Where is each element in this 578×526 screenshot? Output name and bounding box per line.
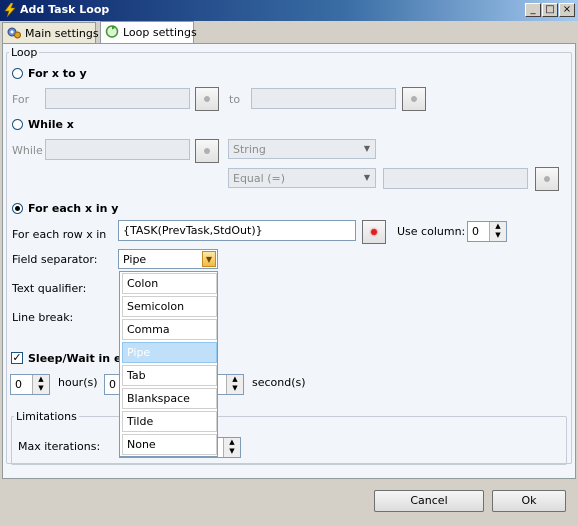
for-to-input[interactable]	[251, 88, 396, 109]
field-separator-label: Field separator:	[12, 253, 98, 266]
while-type-select[interactable]: String ▼	[228, 139, 376, 159]
field-separator-select[interactable]: Pipe ▼	[118, 249, 218, 269]
chevron-down-icon: ▼	[363, 144, 371, 153]
limitations-group: Limitations	[11, 410, 567, 465]
while-variable-button[interactable]	[195, 139, 219, 163]
for-from-input[interactable]	[45, 88, 190, 109]
for-to-variable-button[interactable]	[402, 87, 426, 111]
group-legend: Limitations	[16, 410, 77, 423]
line-break-label: Line break:	[12, 311, 74, 324]
tab-label: Loop settings	[123, 26, 197, 39]
dropdown-option-none[interactable]: None	[122, 434, 217, 455]
window-title: Add Task Loop	[20, 3, 110, 16]
dot-icon	[544, 176, 550, 182]
tab-loop-settings[interactable]: Loop settings	[100, 21, 197, 44]
field-separator-dropdown[interactable]: Colon Semicolon Comma Pipe Tab Blankspac…	[119, 271, 218, 457]
hours-spinner[interactable]: 0 ▲ ▼	[10, 374, 50, 395]
for-each-label: For each x in y	[28, 202, 119, 215]
spin-arrows-icon[interactable]: ▲ ▼	[32, 375, 49, 394]
max-iterations-label: Max iterations:	[18, 440, 101, 453]
chevron-down-icon[interactable]: ▼	[202, 251, 216, 267]
tab-label: Main settings	[25, 27, 99, 40]
while-label: While	[12, 144, 43, 157]
record-dot-icon	[371, 229, 377, 235]
spinner-value: 0	[109, 378, 116, 391]
title-bar[interactable]: Add Task Loop _ □ ×	[0, 0, 578, 21]
dot-icon	[411, 96, 417, 102]
for-x-to-y-label: For x to y	[28, 67, 87, 80]
spinner-value: 0	[472, 225, 479, 238]
group-legend: Loop	[11, 46, 38, 59]
close-button[interactable]: ×	[559, 3, 575, 17]
maximize-button[interactable]: □	[542, 3, 558, 17]
dropdown-option-tilde[interactable]: Tilde	[122, 411, 217, 432]
ok-button[interactable]: Ok	[492, 490, 566, 512]
dropdown-option-semicolon[interactable]: Semicolon	[122, 296, 217, 317]
use-column-spinner[interactable]: 0 ▲ ▼	[467, 221, 507, 242]
spinner-value: 0	[15, 378, 22, 391]
for-label: For	[12, 93, 30, 106]
to-label: to	[229, 93, 241, 106]
sleep-checkbox[interactable]: ✓	[11, 352, 23, 364]
for-from-variable-button[interactable]	[195, 87, 219, 111]
cancel-button[interactable]: Cancel	[374, 490, 484, 512]
gears-icon	[7, 27, 21, 39]
seconds-label: second(s)	[252, 376, 306, 389]
while-input[interactable]	[45, 139, 190, 160]
for-x-to-y-radio[interactable]	[12, 68, 23, 79]
for-each-row-input[interactable]: {TASK(PrevTask,StdOut)}	[118, 220, 356, 241]
for-each-radio[interactable]	[12, 203, 23, 214]
dot-icon	[204, 148, 210, 154]
spin-arrows-icon[interactable]: ▲ ▼	[223, 438, 240, 457]
while-operator-select[interactable]: Equal (=) ▼	[228, 168, 376, 188]
minimize-button[interactable]: _	[525, 3, 541, 17]
spin-arrows-icon[interactable]: ▲ ▼	[226, 375, 243, 394]
hours-label: hour(s)	[58, 376, 98, 389]
chevron-down-icon: ▼	[363, 173, 371, 182]
spin-arrows-icon[interactable]: ▲ ▼	[489, 222, 506, 241]
tab-main-settings[interactable]: Main settings	[2, 22, 99, 43]
sleep-label: Sleep/Wait in ea	[28, 352, 129, 365]
select-value: String	[233, 143, 266, 156]
loop-arrows-icon	[105, 25, 119, 38]
select-value: Equal (=)	[233, 172, 285, 185]
dot-icon	[204, 96, 210, 102]
while-x-label: While x	[28, 118, 74, 131]
dropdown-option-blankspace[interactable]: Blankspace	[122, 388, 217, 409]
lightning-icon	[4, 3, 16, 17]
for-each-row-label: For each row x in	[12, 228, 107, 241]
dropdown-option-tab[interactable]: Tab	[122, 365, 217, 386]
use-column-label: Use column:	[397, 225, 466, 238]
dropdown-option-pipe[interactable]: Pipe	[122, 342, 217, 363]
text-qualifier-label: Text qualifier:	[12, 282, 87, 295]
while-compare-input[interactable]	[383, 168, 528, 189]
for-each-variable-button[interactable]	[362, 220, 386, 244]
while-compare-variable-button[interactable]	[535, 167, 559, 191]
dropdown-option-colon[interactable]: Colon	[122, 273, 217, 294]
select-value: Pipe	[123, 253, 147, 266]
while-x-radio[interactable]	[12, 119, 23, 130]
dropdown-option-comma[interactable]: Comma	[122, 319, 217, 340]
